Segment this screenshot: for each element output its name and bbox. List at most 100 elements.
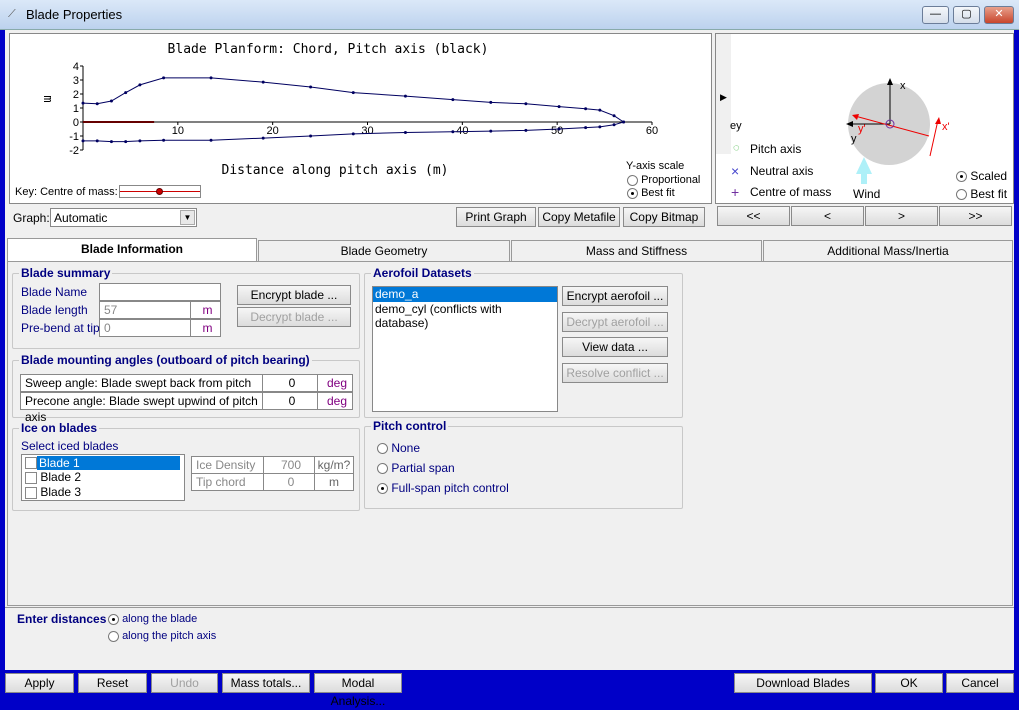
pitch-none-radio[interactable]: None <box>377 441 420 455</box>
list-item[interactable]: demo_cyl (conflicts with database) <box>373 302 557 330</box>
trailing-edge-point <box>138 139 142 143</box>
list-item[interactable]: Blade 1 <box>22 455 184 470</box>
leading-edge-point <box>403 94 407 98</box>
copy-metafile-button[interactable]: Copy Metafile <box>538 207 620 227</box>
download-blades-button[interactable]: Download Blades <box>734 673 872 693</box>
mass-totals-button[interactable]: Mass totals... <box>222 673 310 693</box>
aerofoil-group: Aerofoil Datasets demo_a demo_cyl (confl… <box>364 266 683 418</box>
leading-edge-point <box>162 76 166 80</box>
radio-label: Partial span <box>391 461 455 475</box>
iced-blades-list[interactable]: Blade 1 Blade 2 Blade 3 <box>21 454 185 501</box>
radio-label: Full-span pitch control <box>391 481 509 495</box>
y-tick-label: -1 <box>69 131 79 143</box>
list-item[interactable]: demo_a <box>373 287 557 302</box>
x-label: x <box>900 80 906 92</box>
encrypt-blade-button[interactable]: Encrypt blade ... <box>237 285 351 305</box>
reset-button[interactable]: Reset <box>78 673 147 693</box>
list-item[interactable]: Blade 3 <box>22 485 184 500</box>
yscale-label: Y-axis scale <box>626 160 685 172</box>
trailing-edge-point <box>612 123 616 127</box>
group-title: Pitch control <box>371 419 449 433</box>
cancel-button[interactable]: Cancel <box>946 673 1014 693</box>
blade-label: Blade 1 <box>37 455 180 470</box>
enter-distances-label: Enter distances <box>17 612 107 626</box>
unit: deg <box>317 392 353 410</box>
graph-select[interactable]: Automatic ▼ <box>50 208 197 227</box>
x-tick-label: 60 <box>646 125 658 137</box>
sweep-angle-label: Sweep angle: Blade swept back from pitch… <box>20 374 263 406</box>
select-iced-label: Select iced blades <box>21 439 119 453</box>
maximize-button[interactable]: ▢ <box>953 6 980 24</box>
sweep-angle-input[interactable]: 0 <box>262 374 318 392</box>
tip-chord-input[interactable]: 0 <box>263 473 315 491</box>
y-axis-label: m <box>41 95 55 102</box>
resolve-conflict-button[interactable]: Resolve conflict ... <box>562 363 668 383</box>
legend-pitch-axis: Pitch axis <box>750 142 802 156</box>
best-fit-radio[interactable]: Best fit <box>956 187 1007 201</box>
trailing-edge-point <box>81 139 85 143</box>
close-button[interactable]: ✕ <box>984 6 1014 24</box>
chart-title: Blade Planform: Chord, Pitch axis (black… <box>168 42 489 57</box>
pitch-partial-radio[interactable]: Partial span <box>377 461 455 475</box>
leading-edge-point <box>209 76 213 80</box>
undo-button[interactable]: Undo <box>151 673 218 693</box>
yscale-proportional[interactable]: Proportional <box>627 174 700 186</box>
radio-label: along the blade <box>122 613 198 625</box>
leading-edge-point <box>598 108 602 112</box>
mounting-angles-group: Blade mounting angles (outboard of pitch… <box>12 353 360 424</box>
trailing-edge-point <box>557 127 561 131</box>
pitch-full-span-radio[interactable]: Full-span pitch control <box>377 481 509 495</box>
nav-prev-button[interactable]: < <box>791 206 864 226</box>
radio-label: along the pitch axis <box>122 630 217 642</box>
along-blade-radio[interactable]: along the blade <box>108 613 197 625</box>
tab-blade-information[interactable]: Blade Information <box>7 238 257 262</box>
leading-edge-point <box>557 105 561 109</box>
group-title: Blade mounting angles (outboard of pitch… <box>19 353 312 367</box>
title-bar: ⟋ Blade Properties — ▢ ✕ <box>0 0 1019 30</box>
nav-last-button[interactable]: >> <box>939 206 1012 226</box>
tab-additional-mass-inertia[interactable]: Additional Mass/Inertia <box>763 240 1013 261</box>
radio-label: None <box>391 441 421 455</box>
nav-first-button[interactable]: << <box>717 206 790 226</box>
minimize-button[interactable]: — <box>922 6 949 24</box>
decrypt-blade-button[interactable]: Decrypt blade ... <box>237 307 351 327</box>
tab-blade-geometry[interactable]: Blade Geometry <box>258 240 510 261</box>
x-tick-label: 30 <box>361 125 373 137</box>
list-item[interactable]: Blade 2 <box>22 470 184 485</box>
ice-density-input[interactable]: 700 <box>263 456 315 474</box>
trailing-edge-point <box>209 138 213 142</box>
y-tick-label: 3 <box>73 75 79 87</box>
apply-button[interactable]: Apply <box>5 673 74 693</box>
precone-angle-input[interactable]: 0 <box>262 392 318 410</box>
centre-of-mass-icon: + <box>731 184 740 200</box>
nav-next-button[interactable]: > <box>865 206 938 226</box>
blade-name-input[interactable] <box>99 283 221 301</box>
trailing-edge-point <box>524 128 528 132</box>
copy-bitmap-button[interactable]: Copy Bitmap <box>623 207 705 227</box>
prebend-input[interactable]: 0 <box>99 319 191 337</box>
trailing-edge-point <box>622 120 626 124</box>
blade-length-input[interactable]: 57 <box>99 301 191 319</box>
scaled-radio[interactable]: Scaled <box>956 169 1007 183</box>
tab-mass-and-stiffness[interactable]: Mass and Stiffness <box>511 240 762 261</box>
modal-analysis-button[interactable]: Modal Analysis... <box>314 673 402 708</box>
leading-edge-point <box>451 98 455 102</box>
tip-chord-label: Tip chord <box>191 473 264 491</box>
along-pitch-axis-radio[interactable]: along the pitch axis <box>108 630 216 642</box>
ok-button[interactable]: OK <box>875 673 943 693</box>
trailing-edge-line <box>83 121 624 143</box>
print-graph-button[interactable]: Print Graph <box>456 207 536 227</box>
decrypt-aerofoil-button[interactable]: Decrypt aerofoil ... <box>562 312 668 332</box>
aerofoil-list[interactable]: demo_a demo_cyl (conflicts with database… <box>372 286 558 412</box>
group-title: Ice on blades <box>19 421 100 435</box>
encrypt-aerofoil-button[interactable]: Encrypt aerofoil ... <box>562 286 668 306</box>
view-data-button[interactable]: View data ... <box>562 337 668 357</box>
key-label: Key: Centre of mass: <box>15 186 118 198</box>
yscale-best-fit[interactable]: Best fit <box>627 187 675 199</box>
legend-centre-of-mass: Centre of mass <box>750 185 832 199</box>
leading-edge-point <box>95 102 99 106</box>
unit: kg/m? <box>314 456 354 474</box>
trailing-edge-point <box>351 132 355 136</box>
chevron-down-icon[interactable]: ▼ <box>180 210 195 225</box>
x-tick-label: 40 <box>456 125 468 137</box>
